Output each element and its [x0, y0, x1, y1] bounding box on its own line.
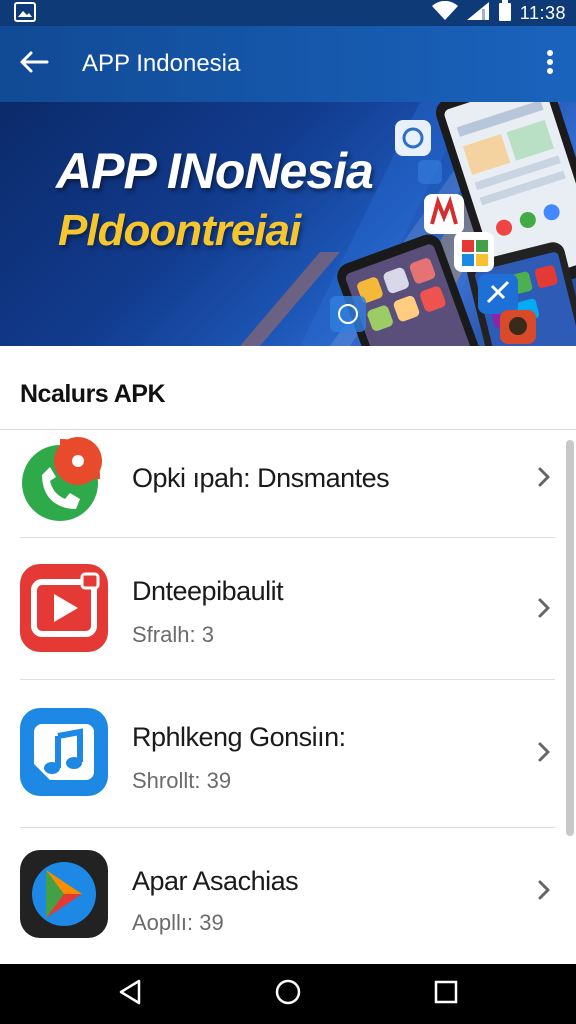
- battery-icon: [498, 0, 512, 27]
- banner-subtitle: Pldoontreiai: [58, 206, 301, 255]
- banner-title: APP INoNesia: [56, 143, 374, 199]
- list-item-app-3[interactable]: Rphlkeng Gonsiın: Shrollt: 39: [0, 680, 556, 828]
- app-title: Opki ıpah: Dnsmantes: [132, 463, 390, 493]
- app-subtitle: Shrollt: 39: [132, 768, 232, 793]
- back-button[interactable]: [14, 46, 54, 82]
- list-item-app-2[interactable]: Dnteepibaulit Sfralh: 3: [0, 538, 556, 679]
- nav-home-button[interactable]: [268, 976, 308, 1012]
- app-subtitle: Aopllı: 39: [132, 910, 224, 935]
- nav-recents-button[interactable]: [426, 976, 466, 1012]
- music-note-icon: [20, 708, 108, 796]
- chevron-right-icon: [532, 596, 556, 620]
- back-triangle-icon: [118, 979, 142, 1010]
- recents-square-icon: [434, 980, 458, 1009]
- chevron-right-icon: [532, 740, 556, 764]
- phone-chat-icon: [20, 435, 108, 523]
- video-play-icon: [20, 564, 108, 652]
- list-item-app-4[interactable]: Apar Asachias Aopllı: 39: [0, 828, 556, 964]
- more-options-button[interactable]: [538, 48, 562, 80]
- app-bar: APP Indonesia: [0, 26, 576, 102]
- app-title: Apar Asachias: [132, 866, 299, 896]
- nav-back-button[interactable]: [110, 976, 150, 1012]
- status-time: 11:38: [519, 2, 566, 23]
- promo-banner[interactable]: APP INoNesia Pldoontreiai: [0, 102, 576, 346]
- chevron-right-icon: [532, 878, 556, 902]
- app-title: Rphlkeng Gonsiın:: [132, 722, 346, 752]
- system-nav-bar: [0, 964, 576, 1024]
- status-bar: 11:38: [0, 0, 576, 26]
- page-title: APP Indonesia: [82, 50, 241, 77]
- home-circle-icon: [274, 978, 302, 1011]
- arrow-left-icon: [19, 50, 49, 79]
- app-subtitle: Sfralh: 3: [132, 622, 214, 647]
- section-title: Ncalurs APK: [20, 380, 166, 408]
- app-title: Dnteepibaulit: [132, 576, 284, 606]
- signal-icon: [466, 1, 490, 26]
- play-store-icon: [20, 850, 108, 938]
- image-notification-icon: [14, 2, 36, 27]
- section-header: Ncalurs APK: [0, 346, 576, 430]
- app-list: Opki ıpah: Dnsmantes Dnteepibaulit Sfral…: [0, 431, 576, 964]
- list-item-app-1[interactable]: Opki ıpah: Dnsmantes: [0, 431, 556, 537]
- scrollbar[interactable]: [566, 440, 574, 836]
- chevron-right-icon: [532, 465, 556, 489]
- more-vert-icon: [546, 49, 554, 80]
- wifi-icon: [431, 0, 458, 26]
